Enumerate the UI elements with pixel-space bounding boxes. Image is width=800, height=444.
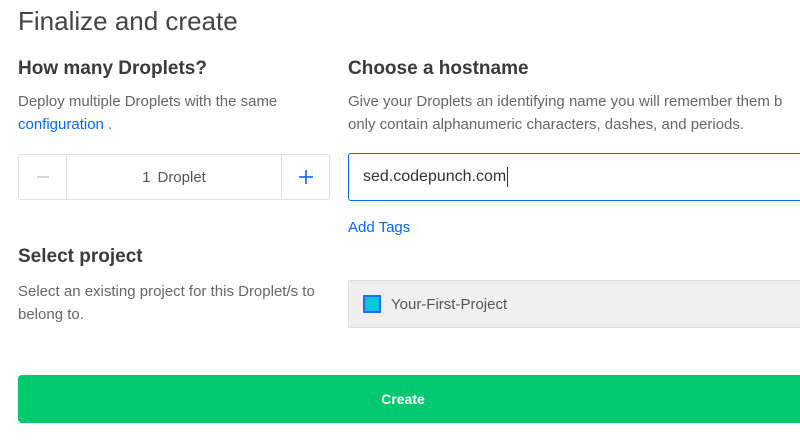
plus-icon <box>298 170 313 184</box>
page-title: Finalize and create <box>18 6 238 36</box>
project-description: Select an existing project for this Drop… <box>18 280 315 326</box>
hostname-description-line2: only contain alphanumeric characters, da… <box>348 116 745 133</box>
add-tags-link[interactable]: Add Tags <box>348 219 410 236</box>
droplets-heading: How many Droplets? <box>18 58 207 79</box>
create-button[interactable]: Create <box>18 375 800 423</box>
text-caret <box>507 167 509 187</box>
project-icon <box>363 295 381 313</box>
finalize-section: Finalize and create How many Droplets? D… <box>0 0 800 444</box>
minus-icon <box>36 176 49 178</box>
droplets-description-text: Deploy multiple Droplets with the same <box>18 93 278 110</box>
hostname-input[interactable]: sed.codepunch.com <box>348 153 800 201</box>
hostname-heading: Choose a hostname <box>348 58 529 79</box>
configuration-link[interactable]: configuration <box>18 116 104 133</box>
droplets-description: Deploy multiple Droplets with the same c… <box>18 90 277 136</box>
droplets-description-end: . <box>103 116 113 133</box>
droplet-count-value: 1 Droplet <box>67 155 281 199</box>
droplet-count-stepper: 1 Droplet <box>18 154 330 200</box>
project-heading: Select project <box>18 246 143 267</box>
hostname-value: sed.codepunch.com <box>363 168 507 185</box>
decrement-button[interactable] <box>19 155 67 199</box>
project-selected-value: Your-First-Project <box>391 295 508 313</box>
project-description-line2: belong to. <box>18 306 84 323</box>
hostname-description: Give your Droplets an identifying name y… <box>348 90 782 136</box>
hostname-description-line1: Give your Droplets an identifying name y… <box>348 93 783 110</box>
project-description-line1: Select an existing project for this Drop… <box>18 283 315 300</box>
increment-button[interactable] <box>281 155 329 199</box>
droplet-count: 1 <box>142 168 151 186</box>
droplet-unit: Droplet <box>157 168 206 186</box>
project-select[interactable]: Your-First-Project <box>348 280 800 328</box>
